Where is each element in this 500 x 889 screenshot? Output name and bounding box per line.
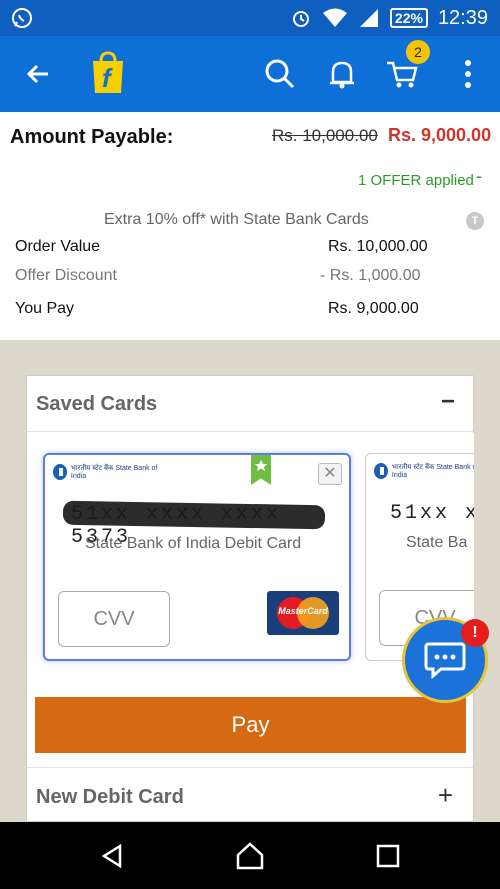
nav-recents-button[interactable]: [370, 838, 406, 874]
offer-discount-value: - Rs. 1,000.00: [320, 267, 421, 284]
sbi-logo: भारतीय स्टेट बैंक State Bank of India: [53, 461, 161, 483]
offer-collapse-icon[interactable]: -: [476, 166, 482, 187]
terms-info-icon[interactable]: T: [466, 212, 484, 230]
search-icon: [265, 59, 295, 89]
nav-back-button[interactable]: [94, 838, 130, 874]
back-button[interactable]: [18, 54, 58, 94]
clock: 12:39: [437, 6, 488, 29]
app-bar: f 2: [0, 36, 500, 112]
more-vert-icon: [465, 60, 471, 88]
remove-card-button[interactable]: ✕: [318, 463, 342, 485]
order-value: Rs. 10,000.00: [328, 238, 428, 255]
offer-description: Extra 10% off* with State Bank Cards: [104, 211, 369, 228]
saved-card-selected[interactable]: भारतीय स्टेट बैंक State Bank of India ✕ …: [43, 453, 351, 661]
default-card-bookmark-icon: [251, 455, 271, 485]
whatsapp-icon: [12, 8, 32, 28]
saved-cards-title: Saved Cards: [36, 393, 158, 415]
sbi-logo-text: भारतीय स्टेट बैंक State Bank of India: [70, 465, 158, 480]
bell-icon: [330, 61, 354, 89]
back-arrow-icon: [26, 64, 48, 84]
search-button[interactable]: [260, 54, 300, 94]
notifications-button[interactable]: [322, 54, 362, 94]
chat-bubble-icon: [424, 642, 466, 680]
offer-discount-label: Offer Discount: [15, 267, 117, 284]
you-pay-value: Rs. 9,000.00: [328, 300, 419, 317]
wifi-icon: [322, 8, 347, 27]
chat-notification-badge: !: [461, 619, 489, 647]
back-triangle-icon: [101, 843, 122, 869]
amount-payable-label: Amount Payable:: [10, 126, 174, 148]
overflow-menu-button[interactable]: [448, 54, 488, 94]
pay-button[interactable]: Pay: [35, 697, 466, 753]
flipkart-logo[interactable]: f: [84, 50, 132, 98]
order-value-label: Order Value: [15, 238, 101, 255]
cvv-input[interactable]: CVV: [58, 591, 170, 647]
you-pay-label: You Pay: [15, 300, 75, 317]
original-price: Rs. 10,000.00: [272, 126, 378, 145]
cart-count-badge: 2: [406, 40, 430, 64]
sbi-logo-icon: [53, 464, 67, 480]
nav-home-button[interactable]: [232, 838, 268, 874]
sbi-logo: भारतीय स्टेट बैंक State Bank of India: [374, 460, 474, 482]
system-nav-bar: [0, 822, 500, 889]
flipkart-logo-icon: f: [93, 51, 123, 93]
card-number: 51xx x: [390, 502, 474, 525]
offer-applied-toggle[interactable]: 1 OFFER applied: [358, 172, 474, 189]
recents-square-icon: [376, 844, 400, 868]
collapse-icon[interactable]: −: [441, 388, 455, 416]
home-icon: [236, 842, 264, 870]
mastercard-logo: MasterCard: [267, 591, 339, 635]
new-debit-card-title: New Debit Card: [36, 786, 184, 808]
expand-icon[interactable]: +: [438, 780, 453, 811]
card-bank-name: State Bank of India Debit Card: [85, 535, 302, 552]
battery-indicator: 22%: [389, 8, 428, 28]
saved-cards-header[interactable]: Saved Cards −: [27, 376, 473, 432]
sbi-logo-text: भारतीय स्टेट बैंक State Bank of India: [391, 464, 474, 479]
card-bank-name: State Ba: [406, 534, 468, 551]
final-price: Rs. 9,000.00: [388, 125, 492, 145]
alarm-icon: [292, 11, 309, 27]
status-bar: 22% 12:39: [0, 0, 500, 36]
mastercard-logo-text: MasterCard: [278, 606, 328, 616]
sbi-logo-icon: [374, 463, 388, 479]
payment-panel: Saved Cards − भारतीय स्टेट बैंक State Ba…: [26, 375, 474, 822]
new-debit-card-header[interactable]: New Debit Card +: [27, 767, 473, 823]
signal-icon: [359, 9, 378, 27]
redaction-mark: [62, 500, 326, 530]
